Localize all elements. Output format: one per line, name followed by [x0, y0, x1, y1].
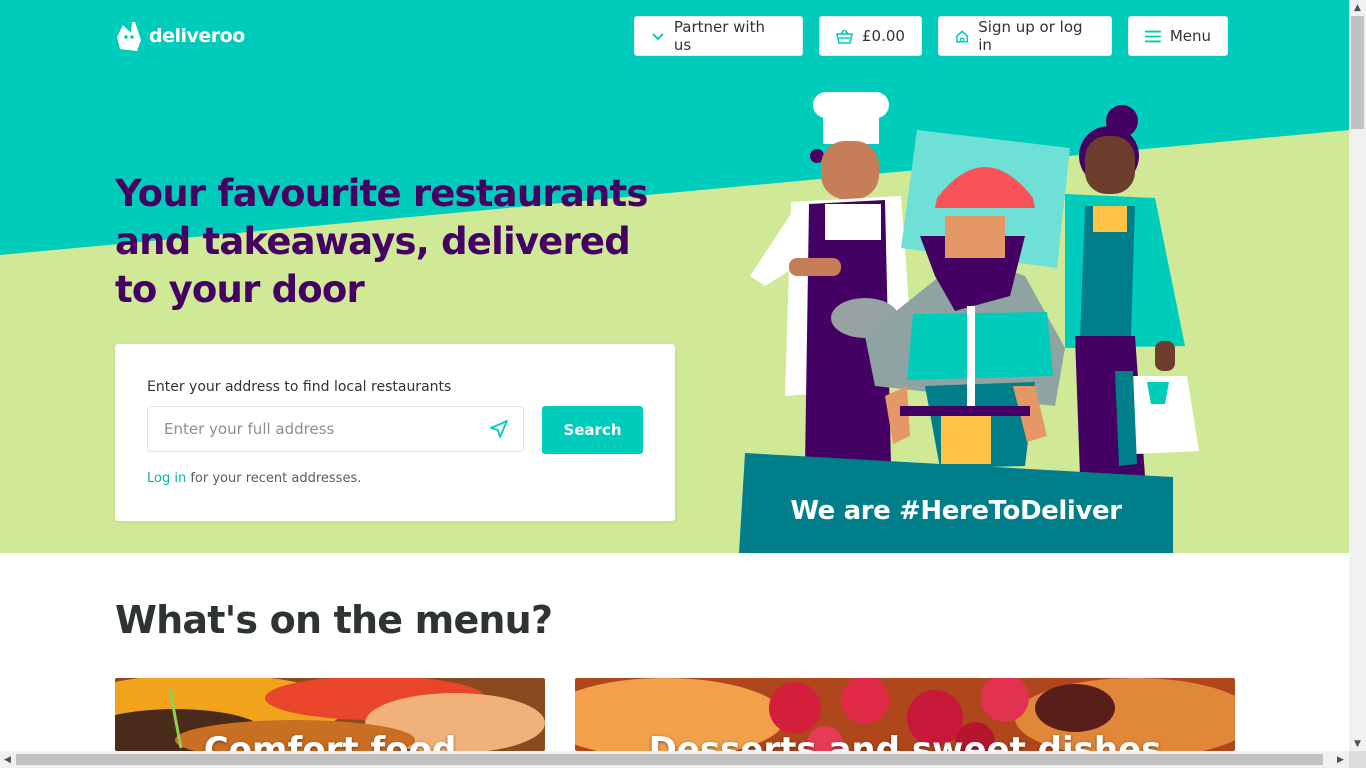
deliveroo-logo-icon — [117, 22, 141, 51]
scroll-right-arrow-icon[interactable]: ▶ — [1337, 755, 1344, 765]
scroll-down-arrow-icon[interactable]: ▼ — [1354, 739, 1361, 749]
login-hint-text: for your recent addresses. — [186, 471, 362, 486]
brand-name: deliveroo — [149, 25, 245, 47]
menu-label: Menu — [1169, 27, 1211, 45]
scrollbar-corner — [1349, 751, 1366, 768]
comfort-food-label: Comfort food — [203, 730, 457, 751]
here-to-deliver-text: We are #HereToDeliver — [790, 496, 1122, 526]
scroll-up-arrow-icon[interactable]: ▲ — [1354, 3, 1361, 13]
search-button[interactable]: Search — [542, 406, 643, 454]
deliveroo-logo[interactable]: deliveroo — [115, 20, 245, 52]
home-icon — [956, 29, 969, 42]
hero: deliveroo Partner with us £0.00 Sign up … — [0, 0, 1349, 553]
scroll-left-arrow-icon[interactable]: ◀ — [4, 755, 11, 765]
menu-heading: What's on the menu? — [115, 598, 553, 642]
basket-total: £0.00 — [862, 27, 905, 45]
address-input[interactable] — [148, 409, 487, 449]
address-search-card: Enter your address to find local restaur… — [115, 344, 675, 521]
menu-card-comfort-food[interactable]: Comfort food — [115, 678, 545, 751]
hamburger-icon — [1145, 30, 1161, 42]
sign-up-or-log-in-label: Sign up or log in — [978, 18, 1083, 54]
locate-arrow-icon[interactable] — [487, 417, 511, 441]
top-nav: Partner with us £0.00 Sign up or log in … — [634, 16, 1228, 56]
horizontal-scroll-thumb[interactable] — [16, 754, 1323, 765]
page: deliveroo Partner with us £0.00 Sign up … — [0, 0, 1349, 751]
desserts-label: Desserts and sweet dishes — [648, 730, 1162, 751]
sign-up-or-log-in-button[interactable]: Sign up or log in — [938, 16, 1112, 56]
partner-with-us-button[interactable]: Partner with us — [634, 16, 803, 56]
login-hint: Log in for your recent addresses. — [147, 471, 361, 486]
hero-title: Your favourite restaurants and takeaways… — [115, 172, 648, 311]
vertical-scroll-thumb[interactable] — [1351, 16, 1364, 129]
menu-card-desserts[interactable]: Desserts and sweet dishes — [575, 678, 1235, 751]
basket-button[interactable]: £0.00 — [819, 16, 922, 56]
log-in-link[interactable]: Log in — [147, 471, 186, 486]
menu-button[interactable]: Menu — [1128, 16, 1228, 56]
basket-icon — [836, 29, 853, 44]
address-field — [147, 406, 524, 452]
chevron-down-icon — [652, 33, 664, 41]
address-search-label: Enter your address to find local restaur… — [147, 379, 452, 395]
partner-with-us-label: Partner with us — [673, 18, 765, 54]
